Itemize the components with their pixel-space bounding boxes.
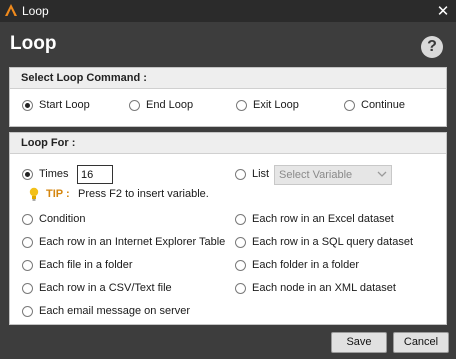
radio-unchecked-icon xyxy=(129,100,140,111)
folder-in-folder-label: Each folder in a folder xyxy=(252,259,360,271)
radio-unchecked-icon xyxy=(235,260,246,271)
loop-for-title: Loop For : xyxy=(21,137,76,149)
radio-unchecked-icon xyxy=(236,100,247,111)
chevron-down-icon xyxy=(377,171,387,177)
file-in-folder-label: Each file in a folder xyxy=(39,259,133,271)
times-input[interactable] xyxy=(77,165,113,184)
radio-unchecked-icon xyxy=(235,283,246,294)
save-button[interactable]: Save xyxy=(331,332,387,353)
radio-unchecked-icon xyxy=(22,306,33,317)
end-loop-label: End Loop xyxy=(146,99,194,111)
variable-select[interactable]: Select Variable xyxy=(274,165,392,185)
variable-select-value: Select Variable xyxy=(279,169,353,181)
radio-unchecked-icon xyxy=(22,214,33,225)
radio-unchecked-icon xyxy=(22,260,33,271)
continue-label: Continue xyxy=(361,99,406,111)
radio-unchecked-icon xyxy=(235,169,246,180)
csv-row-label: Each row in a CSV/Text file xyxy=(39,282,172,294)
sql-row-label: Each row in a SQL query dataset xyxy=(252,236,414,248)
loop-command-header: Select Loop Command : xyxy=(10,68,446,89)
loop-for-panel: Loop For : Times List Select Variable TI… xyxy=(9,132,447,325)
loop-command-title: Select Loop Command : xyxy=(21,72,147,84)
ie-table-label: Each row in an Internet Explorer Table xyxy=(39,236,226,248)
loop-command-panel: Select Loop Command : Start Loop End Loo… xyxy=(9,67,447,127)
tip-text: Press F2 to insert variable. xyxy=(78,188,209,200)
dialog-heading: Loop xyxy=(10,33,57,54)
help-button[interactable]: ? xyxy=(421,36,443,58)
email-message-label: Each email message on server xyxy=(39,305,191,317)
radio-unchecked-icon xyxy=(235,237,246,248)
radio-checked-icon xyxy=(22,100,33,111)
radio-unchecked-icon xyxy=(235,214,246,225)
radio-unchecked-icon xyxy=(22,283,33,294)
xml-node-label: Each node in an XML dataset xyxy=(252,282,396,294)
cancel-button[interactable]: Cancel xyxy=(393,332,449,353)
loop-dialog: Loop ✕ Loop ? Select Loop Command : Star… xyxy=(0,0,456,359)
start-loop-label: Start Loop xyxy=(39,99,90,111)
times-label: Times xyxy=(39,168,69,180)
close-button[interactable]: ✕ xyxy=(434,2,452,20)
lightbulb-icon xyxy=(29,187,39,201)
list-label: List xyxy=(252,168,270,180)
tip-label: TIP : xyxy=(46,188,70,200)
condition-label: Condition xyxy=(39,213,86,225)
radio-unchecked-icon xyxy=(344,100,355,111)
window-title: Loop xyxy=(22,4,49,18)
radio-unchecked-icon xyxy=(22,237,33,248)
exit-loop-label: Exit Loop xyxy=(253,99,299,111)
radio-checked-icon xyxy=(22,169,33,180)
excel-row-label: Each row in an Excel dataset xyxy=(252,213,394,225)
app-logo-icon xyxy=(5,4,17,16)
title-bar: Loop ✕ xyxy=(0,0,456,22)
loop-for-header: Loop For : xyxy=(10,133,446,154)
